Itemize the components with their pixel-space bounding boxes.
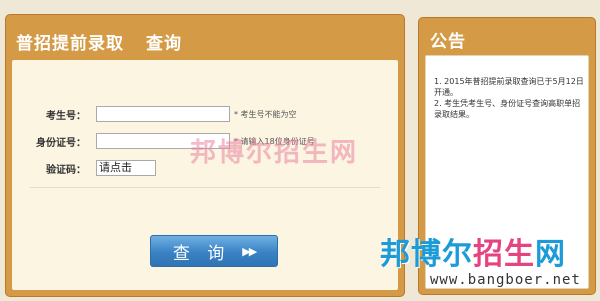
panel-title-text: 普招提前录取	[16, 34, 124, 54]
watermark-logo: 邦博尔招生网	[380, 229, 566, 273]
watermark-logo-part3: 网	[535, 237, 566, 272]
id-no-row: 身份证号： * 请输入18位身份证号	[12, 132, 315, 150]
captcha-row: 验证码： 请点击	[12, 159, 156, 177]
notice-list: 1. 2015年普招提前录取查询已于5月12日开通。 2. 考生凭考生号、身份证…	[434, 76, 584, 120]
exam-no-hint: * 考生号不能为空	[234, 109, 297, 119]
form-divider	[30, 187, 380, 188]
watermark-logo-part1: 邦博尔	[380, 237, 473, 272]
query-panel-title: 普招提前录取 查询	[16, 29, 182, 54]
query-button-label: 查 询	[172, 243, 231, 264]
notice-item: 2. 考生凭考生号、身份证号查询高职单招录取结果。	[434, 99, 581, 119]
query-panel: 普招提前录取 查询 考生号： * 考生号不能为空 身份证号： * 请输入18位身份…	[5, 14, 405, 297]
id-no-input[interactable]	[96, 133, 230, 149]
exam-no-label: 考生号：	[46, 110, 86, 122]
watermark-logo-part2: 招生	[473, 237, 535, 272]
query-button[interactable]: 查 询 ▶▶	[150, 235, 278, 267]
notice-item: 1. 2015年普招提前录取查询已于5月12日开通。	[434, 77, 584, 97]
panel-title-action: 查询	[146, 34, 182, 54]
watermark-url: www.bangboer.net	[430, 272, 581, 288]
captcha-label: 验证码：	[46, 164, 86, 176]
query-form: 考生号： * 考生号不能为空 身份证号： * 请输入18位身份证号 验证码： 请…	[12, 60, 398, 290]
captcha-input[interactable]: 请点击	[96, 160, 156, 176]
exam-no-input[interactable]	[96, 106, 230, 122]
double-chevron-right-icon: ▶▶	[242, 244, 257, 258]
id-no-hint: * 请输入18位身份证号	[234, 136, 315, 146]
exam-no-row: 考生号： * 考生号不能为空	[12, 105, 297, 123]
id-no-label: 身份证号：	[36, 137, 86, 149]
notice-panel-title: 公告	[430, 32, 466, 52]
